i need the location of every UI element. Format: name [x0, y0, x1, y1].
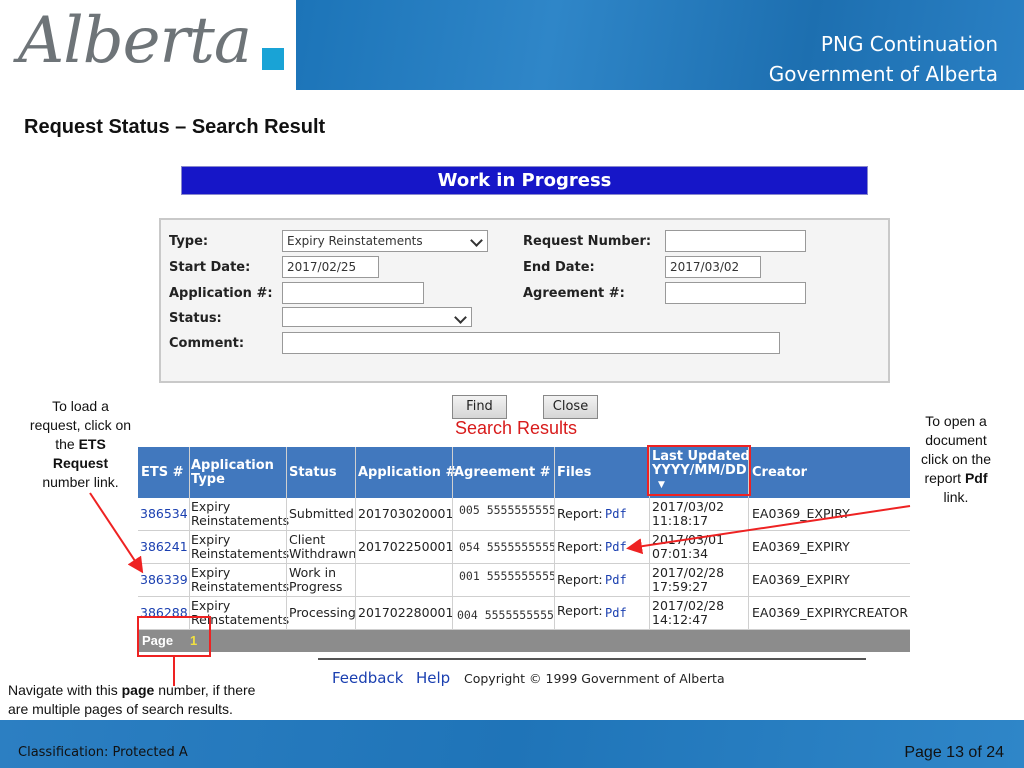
pdf-arrow — [626, 505, 911, 555]
slide: Alberta PNG Continuation Government of A… — [0, 0, 1024, 768]
annotation-arrows — [89, 492, 911, 686]
note-emphasis: ETS — [78, 436, 106, 452]
note-emphasis: Request — [52, 455, 109, 471]
note-line: To open a — [925, 413, 987, 429]
note-line: document — [925, 432, 987, 448]
note-text: the — [55, 436, 75, 452]
note-text: Navigate with this — [8, 682, 118, 698]
ets-instruction-note: To load a request, click on the ETS Requ… — [18, 397, 143, 492]
pdf-instruction-note: To open a document click on the report P… — [912, 412, 1000, 507]
ets-arrow — [89, 492, 144, 574]
note-line: Navigate with this page number, if there — [8, 681, 255, 700]
note-line: request, click on — [29, 417, 132, 433]
note-line: number link. — [42, 474, 119, 490]
note-emphasis: Pdf — [964, 470, 988, 486]
footer-bar — [0, 720, 1024, 768]
classification-label: Classification: Protected A — [18, 745, 188, 760]
note-line: link. — [943, 489, 969, 505]
note-text: number, if there — [158, 682, 256, 698]
note-line: the ETS — [18, 435, 143, 454]
page-indicator: Page 13 of 24 — [904, 744, 1004, 761]
note-line: are multiple pages of search results. — [8, 701, 233, 717]
note-line: click on the — [920, 451, 992, 467]
note-line: report Pdf — [912, 469, 1000, 488]
note-line: To load a — [52, 398, 109, 414]
note-text: report — [924, 470, 962, 486]
note-emphasis: page — [121, 682, 155, 698]
page-instruction-note: Navigate with this page number, if there… — [8, 681, 255, 719]
